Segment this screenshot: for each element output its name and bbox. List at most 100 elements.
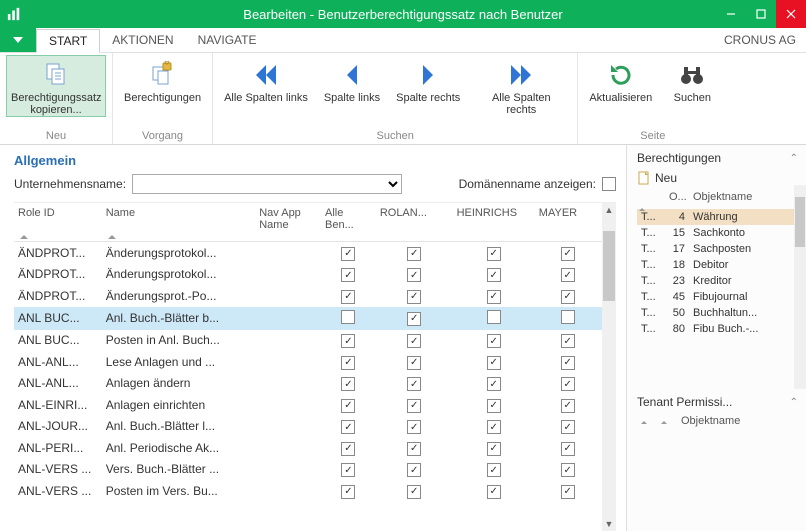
table-row[interactable]: ÄNDPROT...Änderungsprotokol...✓✓✓✓ [14, 264, 616, 286]
checkbox-cell[interactable]: ✓ [535, 416, 601, 438]
permissions-panel-header[interactable]: Berechtigungen ⌃ [627, 145, 806, 169]
checkbox-cell[interactable]: ✓ [321, 285, 376, 307]
checkbox-cell[interactable]: ✓ [535, 264, 601, 286]
all-columns-right-button[interactable]: Alle Spalten rechts [471, 55, 571, 117]
list-item[interactable]: T...23Kreditor [637, 273, 802, 289]
checkbox-cell[interactable]: ✓ [376, 351, 453, 373]
column-right-button[interactable]: Spalte rechts [391, 55, 465, 105]
checkbox-cell[interactable]: ✓ [535, 285, 601, 307]
checkbox-cell[interactable]: ✓ [376, 285, 453, 307]
table-row[interactable]: ANL-EINRI...Anlagen einrichten✓✓✓✓ [14, 394, 616, 416]
tab-aktionen[interactable]: AKTIONEN [100, 28, 185, 52]
checkbox-cell[interactable]: ✓ [321, 373, 376, 395]
checkbox-cell[interactable]: ✓ [376, 264, 453, 286]
checkbox-cell[interactable]: ✓ [376, 330, 453, 352]
checkbox-cell[interactable]: ✓ [376, 307, 453, 330]
checkbox-cell[interactable]: ✓ [453, 264, 535, 286]
tenant-panel-header[interactable]: Tenant Permissi... ⌃ [627, 389, 806, 413]
checkbox-cell[interactable]: ✓ [453, 394, 535, 416]
checkbox-cell[interactable] [321, 307, 376, 330]
table-row[interactable]: ANL-VERS ...Vers. Buch.-Blätter ...✓✓✓✓ [14, 459, 616, 481]
col-user1[interactable]: ROLAN... [376, 203, 453, 242]
tab-navigate[interactable]: NAVIGATE [186, 28, 269, 52]
checkbox-cell[interactable]: ✓ [376, 416, 453, 438]
checkbox-cell[interactable]: ✓ [535, 373, 601, 395]
checkbox-cell[interactable]: ✓ [453, 330, 535, 352]
checkbox-cell[interactable] [535, 307, 601, 330]
close-button[interactable] [776, 0, 806, 28]
checkbox-cell[interactable]: ✓ [321, 480, 376, 502]
checkbox-cell[interactable]: ✓ [535, 242, 601, 264]
table-row[interactable]: ANL-VERS ...Posten im Vers. Bu...✓✓✓✓ [14, 480, 616, 502]
grid-scrollbar[interactable]: ▲ ▼ [602, 203, 616, 531]
minimize-button[interactable] [716, 0, 746, 28]
col-name[interactable]: Name [102, 203, 256, 242]
checkbox-cell[interactable]: ✓ [321, 242, 376, 264]
checkbox-cell[interactable]: ✓ [535, 480, 601, 502]
scroll-thumb[interactable] [603, 231, 615, 301]
all-columns-left-button[interactable]: Alle Spalten links [219, 55, 313, 105]
checkbox-cell[interactable]: ✓ [321, 394, 376, 416]
maximize-button[interactable] [746, 0, 776, 28]
new-permission-button[interactable]: Neu [637, 169, 802, 189]
list-item[interactable]: T...18Debitor [637, 257, 802, 273]
tab-start[interactable]: START [36, 29, 100, 53]
list-item[interactable]: T...50Buchhaltun... [637, 305, 802, 321]
checkbox-cell[interactable]: ✓ [376, 437, 453, 459]
table-row[interactable]: ANL BUC...Posten in Anl. Buch...✓✓✓✓ [14, 330, 616, 352]
checkbox-cell[interactable]: ✓ [376, 394, 453, 416]
scroll-up-icon[interactable]: ▲ [602, 203, 616, 217]
checkbox-cell[interactable]: ✓ [453, 351, 535, 373]
column-left-button[interactable]: Spalte links [319, 55, 385, 105]
checkbox-cell[interactable]: ✓ [453, 242, 535, 264]
find-button[interactable]: Suchen [663, 55, 721, 105]
company-name-select[interactable] [132, 174, 402, 194]
checkbox-cell[interactable]: ✓ [535, 351, 601, 373]
checkbox-cell[interactable]: ✓ [453, 480, 535, 502]
checkbox-cell[interactable]: ✓ [453, 437, 535, 459]
checkbox-cell[interactable]: ✓ [535, 437, 601, 459]
checkbox-cell[interactable]: ✓ [376, 373, 453, 395]
domain-toggle-checkbox[interactable] [602, 177, 616, 191]
permission-grid[interactable]: Role ID Name Nav App Name Alle Ben... RO… [14, 203, 616, 502]
table-row[interactable]: ANL BUC...Anl. Buch.-Blätter b...✓ [14, 307, 616, 330]
checkbox-cell[interactable] [453, 307, 535, 330]
scroll-down-icon[interactable]: ▼ [602, 517, 616, 531]
col-alleben[interactable]: Alle Ben... [321, 203, 376, 242]
checkbox-cell[interactable]: ✓ [453, 285, 535, 307]
tenant-mini-grid[interactable]: Objektname [637, 413, 802, 433]
table-row[interactable]: ANL-ANL...Anlagen ändern✓✓✓✓ [14, 373, 616, 395]
checkbox-cell[interactable]: ✓ [535, 394, 601, 416]
refresh-button[interactable]: Aktualisieren [584, 55, 657, 105]
checkbox-cell[interactable]: ✓ [321, 264, 376, 286]
col-user3[interactable]: MAYER [535, 203, 601, 242]
checkbox-cell[interactable]: ✓ [321, 351, 376, 373]
checkbox-cell[interactable]: ✓ [376, 242, 453, 264]
copy-permissionset-button[interactable]: Berechtigungssatz kopieren... [6, 55, 106, 117]
table-row[interactable]: ANL-PERI...Anl. Periodische Ak...✓✓✓✓ [14, 437, 616, 459]
table-row[interactable]: ANL-JOUR...Anl. Buch.-Blätter l...✓✓✓✓ [14, 416, 616, 438]
permissions-button[interactable]: Berechtigungen [119, 55, 206, 105]
list-item[interactable]: T...15Sachkonto [637, 225, 802, 241]
file-menu[interactable] [0, 28, 36, 52]
checkbox-cell[interactable]: ✓ [535, 459, 601, 481]
checkbox-cell[interactable]: ✓ [376, 480, 453, 502]
col-user2[interactable]: HEINRICHS [453, 203, 535, 242]
checkbox-cell[interactable]: ✓ [376, 459, 453, 481]
permissions-mini-grid[interactable]: O... Objektname T...4WährungT...15Sachko… [637, 189, 802, 337]
list-item[interactable]: T...80Fibu Buch.-... [637, 321, 802, 337]
checkbox-cell[interactable]: ✓ [321, 459, 376, 481]
checkbox-cell[interactable]: ✓ [321, 437, 376, 459]
checkbox-cell[interactable]: ✓ [453, 373, 535, 395]
list-item[interactable]: T...45Fibujournal [637, 289, 802, 305]
mini-scrollbar[interactable] [794, 185, 806, 389]
table-row[interactable]: ÄNDPROT...Änderungsprotokol...✓✓✓✓ [14, 242, 616, 264]
col-role-id[interactable]: Role ID [14, 203, 102, 242]
checkbox-cell[interactable]: ✓ [453, 459, 535, 481]
list-item[interactable]: T...4Währung [637, 209, 802, 225]
table-row[interactable]: ANL-ANL...Lese Anlagen und ...✓✓✓✓ [14, 351, 616, 373]
table-row[interactable]: ÄNDPROT...Änderungsprot.-Po...✓✓✓✓ [14, 285, 616, 307]
checkbox-cell[interactable]: ✓ [321, 416, 376, 438]
col-navapp[interactable]: Nav App Name [255, 203, 321, 242]
checkbox-cell[interactable]: ✓ [453, 416, 535, 438]
